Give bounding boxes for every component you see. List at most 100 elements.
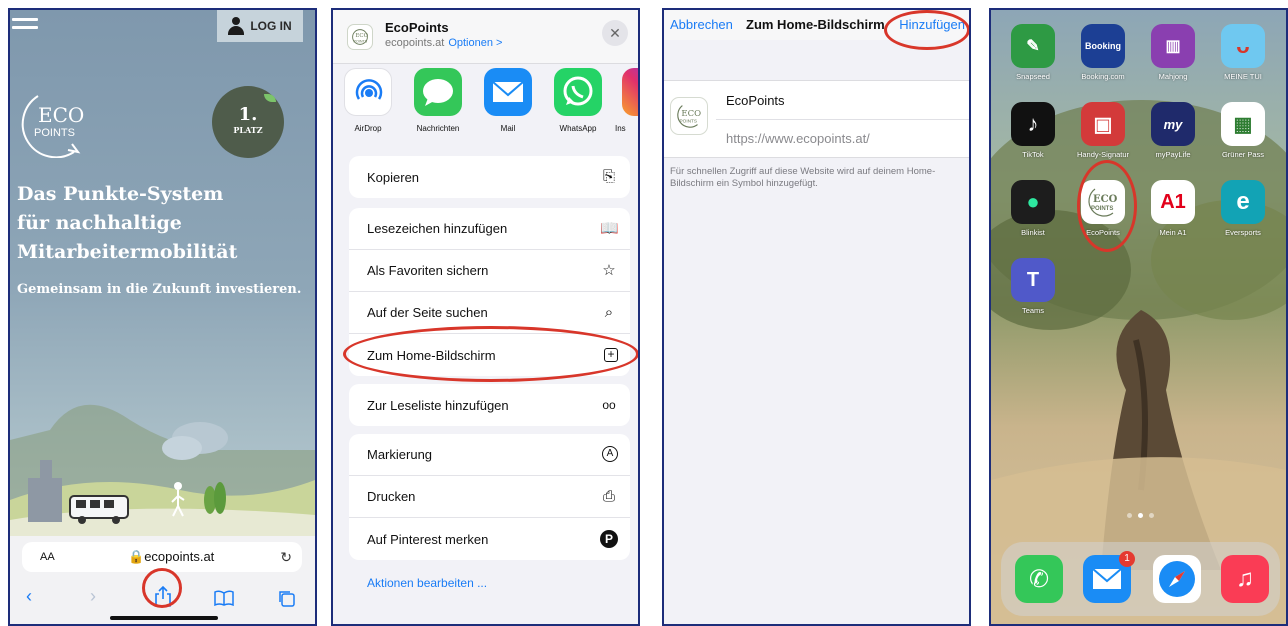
print-icon: ⎙ — [602, 488, 615, 505]
browser-toolbar: ‹ › — [10, 582, 315, 612]
app-tui[interactable]: ᴗ MEINE TUI — [1213, 24, 1273, 81]
music-icon[interactable]: ♫ — [1221, 555, 1269, 603]
action-group-main: Lesezeichen hinzufügen 📖 Als Favoriten si… — [349, 208, 630, 376]
action-copy[interactable]: Kopieren ⎘ — [349, 156, 630, 198]
search-icon: ⌕ — [604, 304, 614, 321]
cancel-button[interactable]: Abbrechen — [670, 17, 733, 32]
app-mein-a1[interactable]: A1 Mein A1 — [1143, 180, 1203, 237]
app-mahjong[interactable]: ▥ Mahjong — [1143, 24, 1203, 81]
share-app-instagram[interactable]: Ins — [615, 68, 638, 133]
markup-icon: A — [602, 446, 618, 462]
messages-icon — [414, 68, 462, 116]
dock: ✆ 1 ♫ — [1001, 542, 1280, 616]
bookmark-preview-card: ECO POINTS EcoPoints https://www.ecopoin… — [664, 80, 969, 158]
bookmarks-icon[interactable] — [214, 590, 234, 606]
divider — [716, 119, 969, 120]
app-tiktok[interactable]: ♪ TikTok — [1003, 102, 1063, 159]
edit-actions-link[interactable]: Aktionen bearbeiten ... — [367, 576, 487, 590]
app-gruener-pass[interactable]: ▦ Grüner Pass — [1213, 102, 1273, 159]
app-url: https://www.ecopoints.at/ — [726, 131, 870, 146]
forward-icon[interactable]: › — [90, 586, 96, 607]
action-find-on-page[interactable]: Auf der Seite suchen ⌕ — [349, 292, 630, 334]
address-bar[interactable]: AA 🔒ecopoints.at ↻ — [22, 542, 302, 572]
person-icon — [228, 17, 245, 35]
share-sheet-screen: ECO POINTS EcoPoints ecopoints.at Optione… — [331, 8, 640, 626]
svg-text:ECO: ECO — [355, 33, 368, 39]
snapseed-icon: ✎ — [1011, 24, 1055, 68]
app-blinkist[interactable]: ● Blinkist — [1003, 180, 1063, 237]
lock-icon: 🔒 — [128, 549, 145, 564]
svg-text:ECO: ECO — [1093, 194, 1118, 205]
website-screen: LOG IN ECO POINTS 1. PLATZ Das Punkte-Sy… — [8, 8, 317, 626]
app-booking[interactable]: Booking Booking.com — [1073, 24, 1133, 81]
app-snapseed[interactable]: ✎ Snapseed — [1003, 24, 1063, 81]
svg-text:ECO: ECO — [38, 103, 84, 127]
ecopoints-logo: ECO POINTS — [21, 95, 84, 158]
mypaylife-icon: my — [1151, 102, 1195, 146]
app-teams[interactable]: T Teams — [1003, 258, 1063, 315]
book-icon: 📖 — [600, 220, 619, 237]
login-button[interactable]: LOG IN — [217, 10, 303, 42]
page-indicator — [1127, 513, 1154, 518]
add-square-icon: + — [604, 348, 618, 362]
action-add-to-home[interactable]: Zum Home-Bildschirm + — [349, 334, 630, 376]
ecopoints-home-icon: ECO POINTS — [1081, 180, 1125, 224]
booking-icon: Booking — [1081, 24, 1125, 68]
award-badge: 1. PLATZ — [212, 86, 284, 158]
share-site-url: ecopoints.at — [385, 37, 445, 49]
action-pinterest[interactable]: Auf Pinterest merken P — [349, 518, 630, 560]
eversports-icon: e — [1221, 180, 1265, 224]
share-app-mail[interactable]: Mail — [477, 68, 539, 133]
back-icon[interactable]: ‹ — [26, 586, 32, 607]
url-text: ecopoints.at — [144, 549, 215, 564]
mail-badge: 1 — [1119, 551, 1135, 567]
copy-icon: ⎘ — [602, 168, 615, 185]
mahjong-icon: ▥ — [1151, 24, 1195, 68]
app-name-field[interactable]: EcoPoints — [726, 93, 785, 108]
share-app-whatsapp[interactable]: WhatsApp — [547, 68, 609, 133]
home-screen: ✎ Snapseed Booking Booking.com ▥ Mahjong ᴗM… — [989, 8, 1288, 626]
star-icon: ☆ — [602, 262, 616, 279]
browser-chrome: AA 🔒ecopoints.at ↻ ‹ › — [10, 536, 315, 624]
reload-icon[interactable]: ↻ — [280, 549, 292, 566]
action-group-extra: Markierung A Drucken ⎙ Auf Pinterest merke… — [349, 434, 630, 560]
share-app-airdrop[interactable]: AirDrop — [337, 68, 399, 133]
add-to-home-title: Zum Home-Bildschirm — [746, 17, 885, 32]
app-ecopoints[interactable]: ECO POINTS EcoPoints — [1073, 180, 1133, 237]
close-icon[interactable]: ✕ — [602, 20, 628, 46]
a1-icon: A1 — [1151, 180, 1195, 224]
teams-icon: T — [1011, 258, 1055, 302]
airdrop-icon — [344, 68, 392, 116]
action-add-bookmark[interactable]: Lesezeichen hinzufügen 📖 — [349, 208, 630, 250]
add-to-home-navbar: Abbrechen Zum Home-Bildschirm Hinzufügen — [664, 10, 969, 40]
action-group-copy: Kopieren ⎘ — [349, 156, 630, 198]
tiktok-icon: ♪ — [1011, 102, 1055, 146]
action-print[interactable]: Drucken ⎙ — [349, 476, 630, 518]
share-app-messages[interactable]: Nachrichten — [407, 68, 469, 133]
menu-icon[interactable] — [12, 18, 38, 34]
action-add-favorite[interactable]: Als Favoriten sichern ☆ — [349, 250, 630, 292]
app-mypaylife[interactable]: my myPayLife — [1143, 102, 1203, 159]
safari-icon[interactable] — [1153, 555, 1201, 603]
mail-icon — [484, 68, 532, 116]
svg-text:ECO: ECO — [681, 109, 701, 119]
app-handy-signatur[interactable]: ▣ Handy-Signatur — [1073, 102, 1133, 159]
action-markup[interactable]: Markierung A — [349, 434, 630, 476]
tui-icon: ᴗ — [1221, 24, 1265, 68]
text-size-button[interactable]: AA — [40, 551, 55, 563]
options-link[interactable]: Optionen > — [448, 37, 502, 49]
app-eversports[interactable]: e Eversports — [1213, 180, 1273, 237]
add-button[interactable]: Hinzufügen — [899, 17, 965, 32]
mail-icon[interactable]: 1 — [1083, 551, 1135, 603]
svg-text:POINTS: POINTS — [34, 127, 75, 139]
tabs-icon[interactable] — [278, 590, 296, 608]
svg-text:POINTS: POINTS — [354, 40, 368, 44]
ecopoints-small-logo: ECO POINTS — [347, 24, 373, 50]
share-icon[interactable] — [154, 586, 172, 608]
ecopoints-app-icon: ECO POINTS — [670, 97, 708, 135]
action-reading-list[interactable]: Zur Leseliste hinzufügen oo — [349, 384, 630, 426]
blinkist-icon: ● — [1011, 180, 1055, 224]
phone-icon[interactable]: ✆ — [1015, 555, 1063, 603]
handy-signatur-icon: ▣ — [1081, 102, 1125, 146]
add-to-home-screen: Abbrechen Zum Home-Bildschirm Hinzufügen… — [662, 8, 971, 626]
